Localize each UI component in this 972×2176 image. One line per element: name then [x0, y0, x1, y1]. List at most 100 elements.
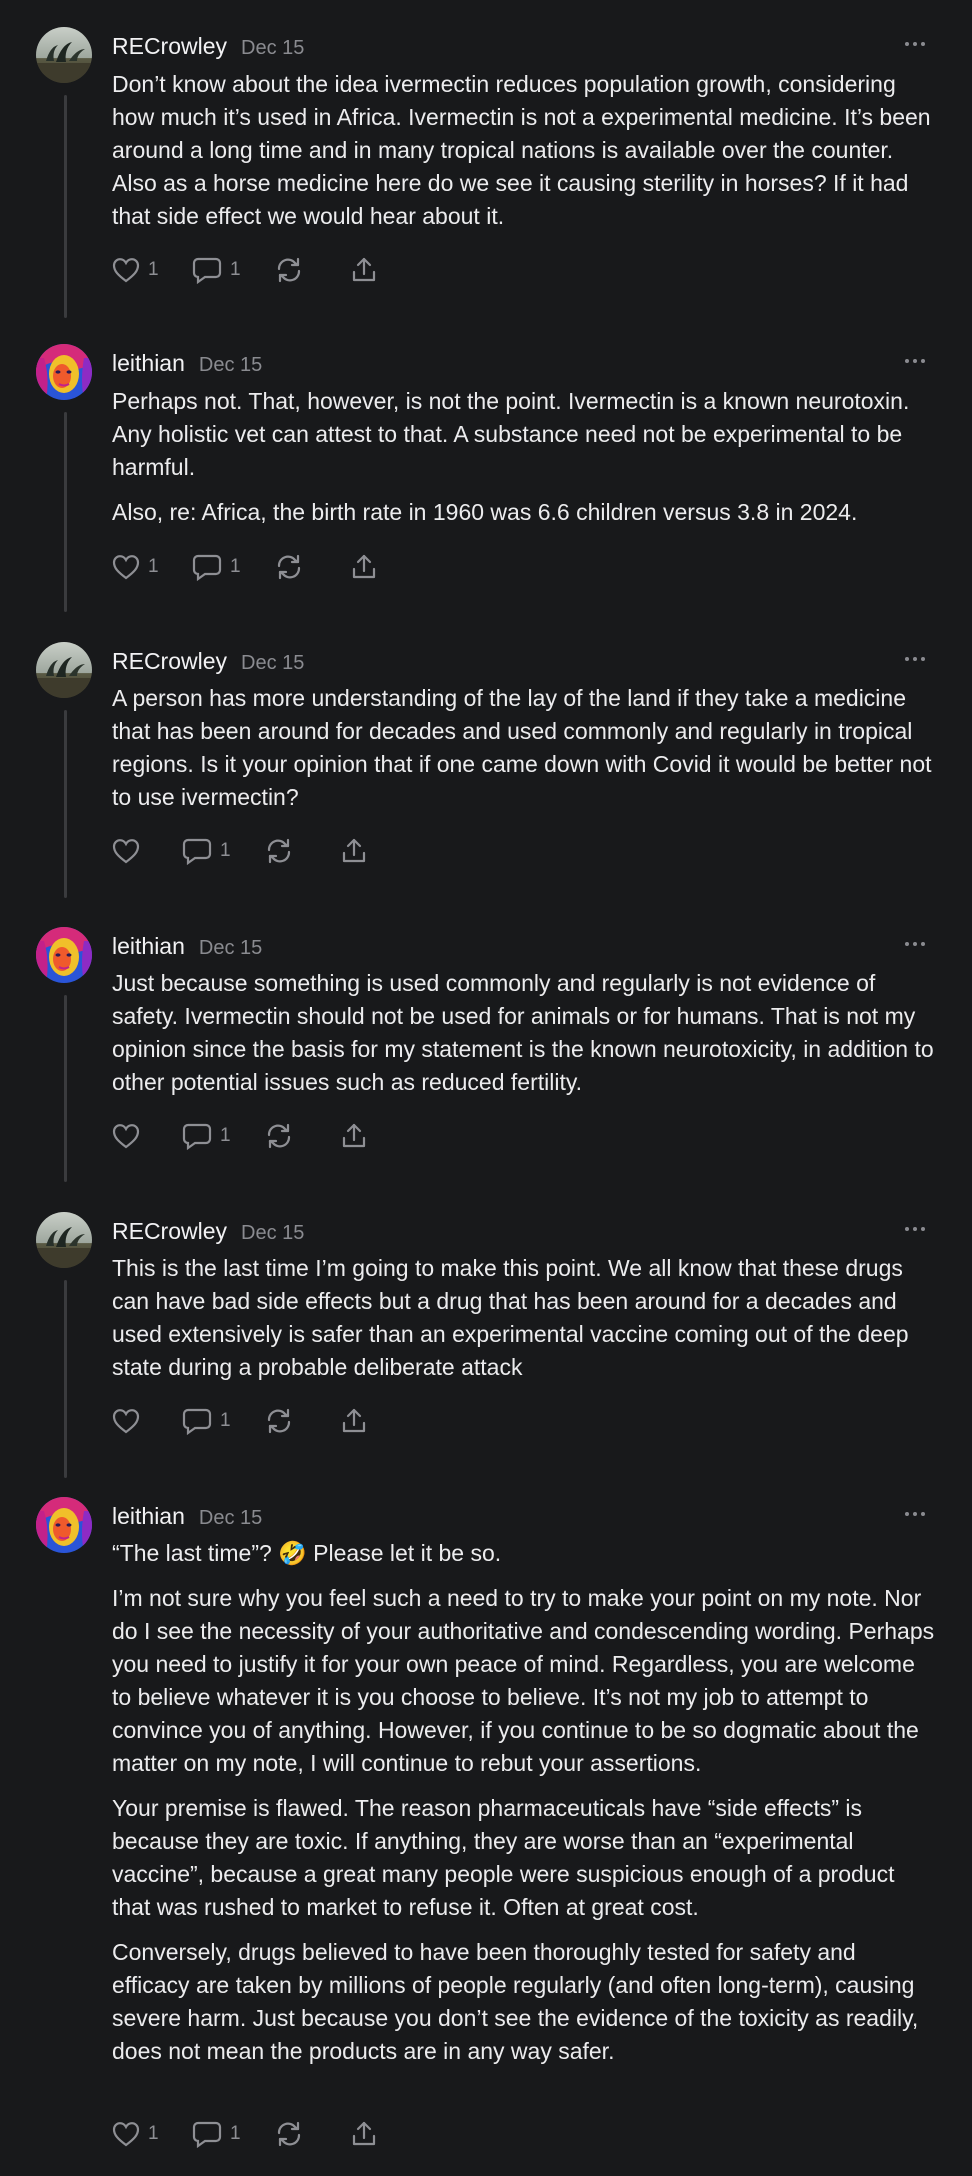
more-options-button[interactable]	[902, 1509, 928, 1519]
like-button[interactable]: 1	[112, 257, 172, 283]
like-count: 1	[148, 259, 159, 280]
thread-line	[64, 710, 67, 898]
comment-actions: 1	[112, 837, 380, 865]
restack-button[interactable]	[264, 837, 310, 865]
avatar[interactable]	[36, 344, 92, 400]
restack-button[interactable]	[274, 553, 320, 581]
comment-body: This is the last time I’m going to make …	[112, 1252, 938, 1396]
comment-paragraph: Conversely, drugs believed to have been …	[112, 1939, 919, 2064]
comment-actions: 1 1	[112, 256, 390, 284]
author-name[interactable]: leithian	[112, 1503, 185, 1530]
reply-count: 1	[220, 1125, 231, 1146]
reply-button[interactable]: 1	[192, 553, 252, 581]
comment-paragraph: Perhaps not. That, however, is not the p…	[112, 388, 910, 480]
comment-paragraph: “The last time”? 🤣 Please let it be so.	[112, 1540, 502, 1566]
like-button[interactable]	[112, 838, 162, 864]
heart-icon	[112, 257, 140, 283]
more-options-button[interactable]	[902, 939, 928, 949]
comment-date[interactable]: Dec 15	[199, 354, 262, 377]
comment-paragraph: Also, re: Africa, the birth rate in 1960…	[112, 499, 858, 525]
share-button[interactable]	[350, 553, 390, 581]
comment-icon	[182, 1122, 212, 1150]
author-name[interactable]: leithian	[112, 350, 185, 377]
restack-button[interactable]	[264, 1407, 310, 1435]
comment-icon	[182, 837, 212, 865]
reply-count: 1	[230, 259, 241, 280]
thread-line	[64, 95, 67, 318]
share-button[interactable]	[340, 1122, 380, 1150]
reply-count: 1	[230, 556, 241, 577]
comment-paragraph: A person has more understanding of the l…	[112, 685, 932, 810]
avatar[interactable]	[36, 27, 92, 83]
like-button[interactable]: 1	[112, 554, 172, 580]
more-options-button[interactable]	[902, 39, 928, 49]
like-count: 1	[148, 556, 159, 577]
restack-button[interactable]	[274, 256, 320, 284]
share-button[interactable]	[350, 256, 390, 284]
comment-date[interactable]: Dec 15	[199, 937, 262, 960]
restack-button[interactable]	[264, 1122, 310, 1150]
heart-icon	[112, 838, 140, 864]
comment-paragraph: Don’t know about the idea ivermectin red…	[112, 71, 931, 229]
more-options-button[interactable]	[902, 654, 928, 664]
author-name[interactable]: RECrowley	[112, 648, 227, 675]
comment-date[interactable]: Dec 15	[241, 1222, 304, 1245]
like-button[interactable]	[112, 1408, 162, 1434]
avatar[interactable]	[36, 1212, 92, 1268]
more-icon	[905, 657, 909, 661]
share-icon	[350, 553, 378, 581]
author-name[interactable]: leithian	[112, 933, 185, 960]
heart-icon	[112, 554, 140, 580]
share-button[interactable]	[340, 837, 380, 865]
share-button[interactable]	[350, 2120, 390, 2148]
avatar[interactable]	[36, 927, 92, 983]
comment-icon	[192, 553, 222, 581]
comment-paragraph: This is the last time I’m going to make …	[112, 1255, 909, 1380]
comment-body: A person has more understanding of the l…	[112, 682, 938, 826]
more-icon	[905, 1512, 909, 1516]
more-icon	[905, 42, 909, 46]
reply-button[interactable]: 1	[192, 256, 252, 284]
avatar[interactable]	[36, 1497, 92, 1553]
author-name[interactable]: RECrowley	[112, 1218, 227, 1245]
heart-icon	[112, 1408, 140, 1434]
reply-button[interactable]: 1	[182, 1122, 242, 1150]
comment-actions: 1 1	[112, 2120, 390, 2148]
reply-count: 1	[220, 840, 231, 861]
comment-body: “The last time”? 🤣 Please let it be so. I…	[112, 1537, 938, 2080]
comment-date[interactable]: Dec 15	[199, 1507, 262, 1530]
share-button[interactable]	[340, 1407, 380, 1435]
avatar[interactable]	[36, 642, 92, 698]
more-options-button[interactable]	[902, 1224, 928, 1234]
comment-paragraph: Your premise is flawed. The reason pharm…	[112, 1795, 895, 1920]
comment-body: Just because something is used commonly …	[112, 967, 938, 1111]
comment-actions: 1	[112, 1407, 380, 1435]
comment-header: RECrowley Dec 15	[112, 648, 304, 675]
reply-button[interactable]: 1	[182, 837, 242, 865]
thread-line	[64, 412, 67, 612]
restack-icon	[274, 2120, 304, 2148]
thread-line	[64, 1280, 67, 1478]
reply-button[interactable]: 1	[182, 1407, 242, 1435]
like-button[interactable]: 1	[112, 2121, 172, 2147]
like-button[interactable]	[112, 1123, 162, 1149]
comment-header: RECrowley Dec 15	[112, 33, 304, 60]
more-icon	[905, 942, 909, 946]
comment-header: leithian Dec 15	[112, 350, 262, 377]
share-icon	[340, 1122, 368, 1150]
restack-button[interactable]	[274, 2120, 320, 2148]
reply-count: 1	[220, 1410, 231, 1431]
share-icon	[340, 1407, 368, 1435]
share-icon	[340, 837, 368, 865]
comment-date[interactable]: Dec 15	[241, 37, 304, 60]
restack-icon	[264, 1122, 294, 1150]
heart-icon	[112, 1123, 140, 1149]
comment-actions: 1 1	[112, 553, 390, 581]
comment-date[interactable]: Dec 15	[241, 652, 304, 675]
more-icon	[905, 359, 909, 363]
like-count: 1	[148, 2123, 159, 2144]
comment-paragraph: I’m not sure why you feel such a need to…	[112, 1585, 935, 1776]
more-options-button[interactable]	[902, 356, 928, 366]
author-name[interactable]: RECrowley	[112, 33, 227, 60]
reply-button[interactable]: 1	[192, 2120, 252, 2148]
